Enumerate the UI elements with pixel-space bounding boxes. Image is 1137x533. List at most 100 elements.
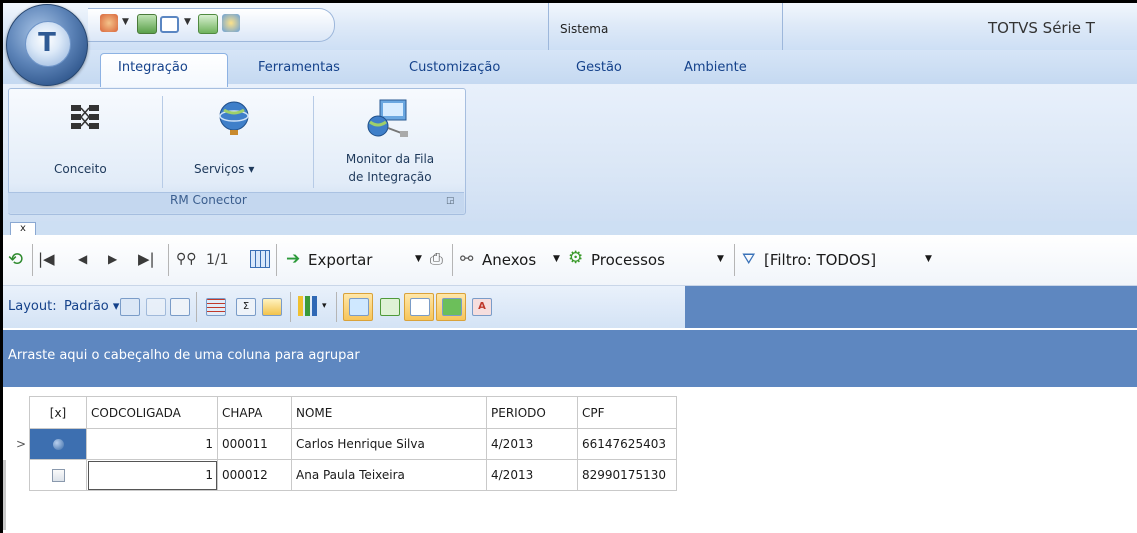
processos-button[interactable]: Processos: [591, 251, 665, 269]
context-tab-label: Sistema: [560, 22, 609, 36]
conceito-button[interactable]: Conceito: [40, 96, 150, 188]
exportar-button[interactable]: Exportar: [308, 251, 372, 269]
column-header-periodo[interactable]: PERIODO: [486, 396, 578, 429]
column-header-select[interactable]: [x]: [29, 396, 87, 429]
column-header-nome[interactable]: NOME: [291, 396, 487, 429]
monitor-network-icon: [367, 99, 408, 137]
font-icon[interactable]: A: [472, 298, 492, 316]
column-header-codcoligada[interactable]: CODCOLIGADA: [86, 396, 218, 429]
group-separator: [162, 96, 163, 188]
grid-view-icon[interactable]: [250, 250, 270, 268]
row-indicator-header: [13, 396, 30, 429]
toolbar-separator: [734, 244, 735, 276]
form-view-icon: [349, 298, 369, 316]
toolbar-separator: [196, 292, 197, 322]
toolbar-separator: [276, 244, 277, 276]
export-icon[interactable]: [198, 14, 218, 34]
delete-layout-icon[interactable]: [146, 298, 166, 316]
row-select-cell[interactable]: [29, 428, 87, 460]
cell-cpf[interactable]: 82990175130: [577, 459, 677, 491]
highlight-icon[interactable]: [262, 298, 282, 316]
column-header-cpf[interactable]: CPF: [577, 396, 677, 429]
cell-codcoligada[interactable]: 1: [86, 428, 218, 460]
group-by-hint: Arraste aqui o cabeçalho de uma coluna p…: [8, 348, 360, 363]
tab-customizacao[interactable]: Customização: [409, 60, 500, 75]
row-indicator: [13, 460, 30, 491]
chevron-down-icon[interactable]: ▼: [717, 254, 724, 264]
tab-integracao[interactable]: Integração: [118, 60, 188, 75]
last-record-icon[interactable]: ▶|: [138, 250, 155, 268]
export-arrow-icon: ➔: [286, 249, 301, 269]
toolbar-separator: [336, 292, 337, 322]
diagram-icon: [71, 105, 99, 129]
table-view-icon: [410, 298, 430, 316]
chevron-down-icon[interactable]: ▼: [553, 254, 560, 264]
tab-ferramentas[interactable]: Ferramentas: [258, 60, 340, 75]
cell-periodo[interactable]: 4/2013: [486, 459, 578, 491]
chevron-down-icon[interactable]: ▼: [122, 17, 129, 27]
conceito-label: Conceito: [54, 162, 107, 176]
columns-icon[interactable]: [206, 298, 226, 316]
next-record-icon[interactable]: ▶: [108, 252, 117, 266]
current-row-indicator: >: [15, 437, 27, 451]
toolbar-separator: [452, 244, 453, 276]
chevron-down-icon[interactable]: ▼: [184, 17, 191, 27]
group-separator: [313, 96, 314, 188]
servicos-text: Serviços: [194, 162, 245, 176]
tab-gestao[interactable]: Gestão: [576, 60, 622, 75]
cell-nome[interactable]: Ana Paula Teixeira: [291, 459, 487, 491]
cell-chapa[interactable]: 000012: [217, 459, 292, 491]
table-row[interactable]: > 1 000011 Carlos Henrique Silva 4/2013 …: [13, 428, 677, 460]
window-title: TOTVS Série T: [988, 19, 1095, 37]
data-grid: [x] CODCOLIGADA CHAPA NOME PERIODO CPF >…: [13, 396, 677, 491]
chevron-down-icon[interactable]: ▼: [415, 254, 422, 264]
monitor-label-line2: de Integração: [348, 170, 432, 184]
layout-dropdown[interactable]: Padrão ▾: [64, 299, 119, 314]
cell-codcoligada[interactable]: 1: [86, 459, 218, 491]
page-indicator: 1/1: [206, 252, 229, 268]
ribbon-group-label: RM Conector: [170, 193, 247, 207]
row-select-cell[interactable]: [29, 459, 87, 491]
dialog-launcher-icon[interactable]: ◲: [446, 196, 455, 206]
binoculars-icon[interactable]: ⚲⚲: [176, 251, 197, 267]
column-header-chapa[interactable]: CHAPA: [217, 396, 292, 429]
selected-record-icon: [52, 439, 64, 450]
cell-nome[interactable]: Carlos Henrique Silva: [291, 428, 487, 460]
chevron-down-icon[interactable]: ▼: [925, 254, 932, 264]
application-menu-button[interactable]: T: [6, 4, 88, 86]
monitor-fila-button[interactable]: Monitor da Fila de Integração: [322, 96, 460, 188]
toolbar-separator: [290, 292, 291, 322]
options-icon[interactable]: [100, 14, 118, 32]
toolbar-separator: [168, 244, 169, 276]
servicos-button[interactable]: Serviços ▾: [172, 96, 302, 188]
list-view-icon[interactable]: [380, 298, 400, 316]
save-layout-icon[interactable]: [120, 298, 140, 316]
monitor-label-line1: Monitor da Fila: [345, 152, 435, 166]
cell-periodo[interactable]: 4/2013: [486, 428, 578, 460]
tools-icon[interactable]: [222, 14, 240, 32]
cell-chapa[interactable]: 000011: [217, 428, 292, 460]
close-tab-button[interactable]: x: [10, 222, 36, 236]
grid-left-border: [3, 460, 6, 530]
layout-label: Layout:: [8, 299, 57, 314]
refresh-icon[interactable]: ⟲: [8, 249, 23, 270]
window-icon[interactable]: [160, 16, 179, 33]
first-record-icon[interactable]: |◀: [38, 250, 55, 268]
document-tab-strip: [3, 221, 1137, 235]
sum-icon[interactable]: Σ: [236, 298, 256, 316]
filter-icon: ⛛: [742, 249, 756, 268]
cell-cpf[interactable]: 66147625403: [577, 428, 677, 460]
tab-ambiente[interactable]: Ambiente: [684, 60, 747, 75]
filtro-button[interactable]: [Filtro: TODOS]: [764, 251, 876, 269]
color-view-icon: [442, 298, 462, 316]
grid-header-row: [x] CODCOLIGADA CHAPA NOME PERIODO CPF: [13, 396, 677, 429]
save-icon[interactable]: [137, 14, 157, 34]
chart-icon[interactable]: [298, 296, 320, 316]
layout-options-icon[interactable]: [170, 298, 190, 316]
chevron-down-icon[interactable]: ▾: [322, 301, 327, 311]
printer-icon[interactable]: ⎙: [430, 249, 443, 269]
anexos-button[interactable]: Anexos: [482, 251, 536, 269]
row-checkbox[interactable]: [51, 469, 65, 482]
previous-record-icon[interactable]: ◀: [78, 252, 87, 266]
table-row[interactable]: 1 000012 Ana Paula Teixeira 4/2013 82990…: [13, 459, 677, 491]
